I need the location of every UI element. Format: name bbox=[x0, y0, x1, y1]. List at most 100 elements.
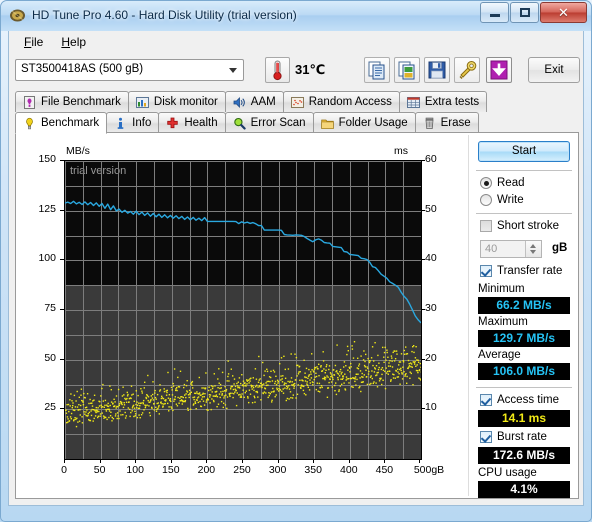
exit-button[interactable]: Exit bbox=[528, 57, 580, 83]
y-axis-unit-left: MB/s bbox=[66, 145, 90, 157]
burst-rate-checkbox-icon bbox=[480, 431, 492, 443]
plot-svg bbox=[65, 161, 421, 459]
short-stroke-input[interactable]: 40 bbox=[480, 240, 542, 258]
tab-label: Benchmark bbox=[41, 117, 100, 129]
tab-label: AAM bbox=[250, 96, 276, 108]
panel-divider bbox=[468, 135, 469, 496]
tab-disk-monitor[interactable]: Disk monitor bbox=[127, 91, 226, 112]
titlebar[interactable]: HD Tune Pro 4.60 - Hard Disk Utility (tr… bbox=[0, 0, 592, 31]
x-tick bbox=[206, 459, 208, 463]
start-button[interactable]: Start bbox=[478, 141, 570, 162]
drive-select[interactable]: ST3500418AS (500 gB) bbox=[15, 59, 244, 81]
x-axis-tick: 450 bbox=[375, 464, 394, 476]
checkbox-access-time[interactable]: Access time bbox=[480, 394, 559, 406]
radio-read[interactable]: Read bbox=[480, 177, 525, 189]
close-icon: ✕ bbox=[558, 4, 569, 20]
tab-health[interactable]: Health bbox=[158, 112, 226, 133]
tab-erase[interactable]: Erase bbox=[414, 112, 479, 133]
tab-error-scan[interactable]: Error Scan bbox=[224, 112, 314, 133]
tab-label: Random Access bbox=[308, 96, 392, 108]
tab-aam[interactable]: AAM bbox=[224, 91, 284, 112]
download-arrow-icon bbox=[490, 60, 508, 80]
benchmark-panel: MB/s ms trial version 25 50 75 100 125 150 10… bbox=[15, 132, 579, 499]
y-axis-right-tick: 30 bbox=[425, 302, 437, 314]
transfer-rate-label: Transfer rate bbox=[497, 265, 563, 277]
x-tick bbox=[419, 459, 420, 463]
x-axis-tick: 50 bbox=[93, 464, 106, 476]
cpu-usage-value: 4.1% bbox=[478, 481, 570, 498]
y-axis-left-tick: 150 bbox=[38, 153, 56, 165]
y-tick-left bbox=[60, 160, 64, 161]
speaker-icon bbox=[233, 96, 246, 109]
magnifier-icon bbox=[233, 117, 246, 130]
x-tick bbox=[64, 459, 65, 463]
copy-text-button[interactable] bbox=[364, 57, 390, 83]
spinner-arrows-icon[interactable] bbox=[525, 241, 541, 257]
checkbox-burst-rate[interactable]: Burst rate bbox=[480, 431, 547, 443]
options-button[interactable] bbox=[454, 57, 480, 83]
tab-benchmark[interactable]: Benchmark bbox=[15, 112, 108, 134]
save-button[interactable] bbox=[424, 57, 450, 83]
x-axis-tick: 100 bbox=[126, 464, 144, 476]
y-tick-left bbox=[60, 358, 64, 360]
radio-write[interactable]: Write bbox=[480, 194, 524, 206]
radio-write-icon bbox=[480, 194, 492, 206]
copy-image-icon bbox=[398, 61, 415, 80]
tab-random-access[interactable]: Random Access bbox=[282, 91, 400, 112]
maximize-button[interactable] bbox=[510, 2, 539, 23]
x-tick bbox=[170, 459, 172, 463]
x-tick bbox=[99, 459, 101, 463]
y-axis-right-tick: 60 bbox=[425, 153, 437, 165]
x-axis-tick: 0 bbox=[61, 464, 67, 476]
short-stroke-unit: gB bbox=[552, 242, 568, 254]
copy-image-button[interactable] bbox=[394, 57, 420, 83]
drive-select-value: ST3500418AS (500 gB) bbox=[21, 63, 144, 75]
checkbox-short-stroke[interactable]: Short stroke bbox=[480, 220, 559, 232]
menu-help[interactable]: Help bbox=[52, 33, 95, 51]
caption-buttons: ✕ bbox=[479, 2, 587, 24]
checkbox-transfer-rate[interactable]: Transfer rate bbox=[480, 265, 562, 277]
temperature-indicator bbox=[265, 57, 290, 83]
minimize-button[interactable] bbox=[480, 2, 509, 23]
tab-info[interactable]: Info bbox=[106, 112, 160, 133]
hdtune-app-icon bbox=[10, 9, 25, 22]
tab-label: Extra tests bbox=[424, 96, 480, 108]
tab-label: Error Scan bbox=[250, 117, 306, 129]
lightbulb-icon bbox=[23, 117, 36, 130]
menu-bar: File Help bbox=[9, 31, 583, 53]
tab-folder-usage[interactable]: Folder Usage bbox=[312, 112, 416, 133]
y-axis-left-tick: 50 bbox=[44, 351, 56, 364]
burst-rate-label: Burst rate bbox=[497, 431, 547, 443]
access-time-value: 14.1 ms bbox=[478, 410, 570, 427]
radio-read-label: Read bbox=[497, 177, 525, 189]
client-area: File Help ST3500418AS (500 gB) 31℃ Exit … bbox=[8, 31, 584, 506]
chevron-down-icon bbox=[229, 68, 237, 73]
transfer-rate-checkbox-icon bbox=[480, 265, 492, 277]
x-axis-tick: 350 bbox=[304, 464, 322, 476]
y-tick-right bbox=[421, 160, 425, 161]
minimize-icon bbox=[489, 14, 500, 17]
tab-file-benchmark[interactable]: File Benchmark bbox=[15, 91, 129, 112]
y-axis-left-tick: 75 bbox=[44, 302, 56, 314]
close-button[interactable]: ✕ bbox=[540, 2, 587, 23]
download-button[interactable] bbox=[486, 57, 512, 83]
average-label: Average bbox=[478, 349, 521, 361]
y-tick-right bbox=[421, 358, 425, 360]
wrench-icon bbox=[459, 61, 477, 79]
app-window: HD Tune Pro 4.60 - Hard Disk Utility (tr… bbox=[0, 0, 592, 522]
maximum-value: 129.7 MB/s bbox=[478, 330, 570, 347]
y-axis-right-tick: 50 bbox=[425, 202, 437, 215]
toolbar: ST3500418AS (500 gB) 31℃ Exit bbox=[9, 53, 583, 91]
plot-area: trial version bbox=[64, 160, 422, 460]
menu-file[interactable]: File bbox=[15, 33, 52, 51]
maximize-icon bbox=[519, 8, 530, 17]
y-axis-left-tick: 100 bbox=[38, 252, 56, 265]
info-icon bbox=[114, 117, 127, 130]
x-tick bbox=[348, 459, 350, 463]
maximum-label: Maximum bbox=[478, 316, 528, 328]
tab-extra-tests[interactable]: Extra tests bbox=[398, 91, 488, 112]
tab-label: Disk monitor bbox=[153, 96, 218, 108]
floppy-disk-icon bbox=[428, 61, 446, 79]
thermometer-icon bbox=[273, 60, 282, 81]
tab-row-lower: Benchmark Info Health Error Scan Folder … bbox=[15, 112, 479, 134]
